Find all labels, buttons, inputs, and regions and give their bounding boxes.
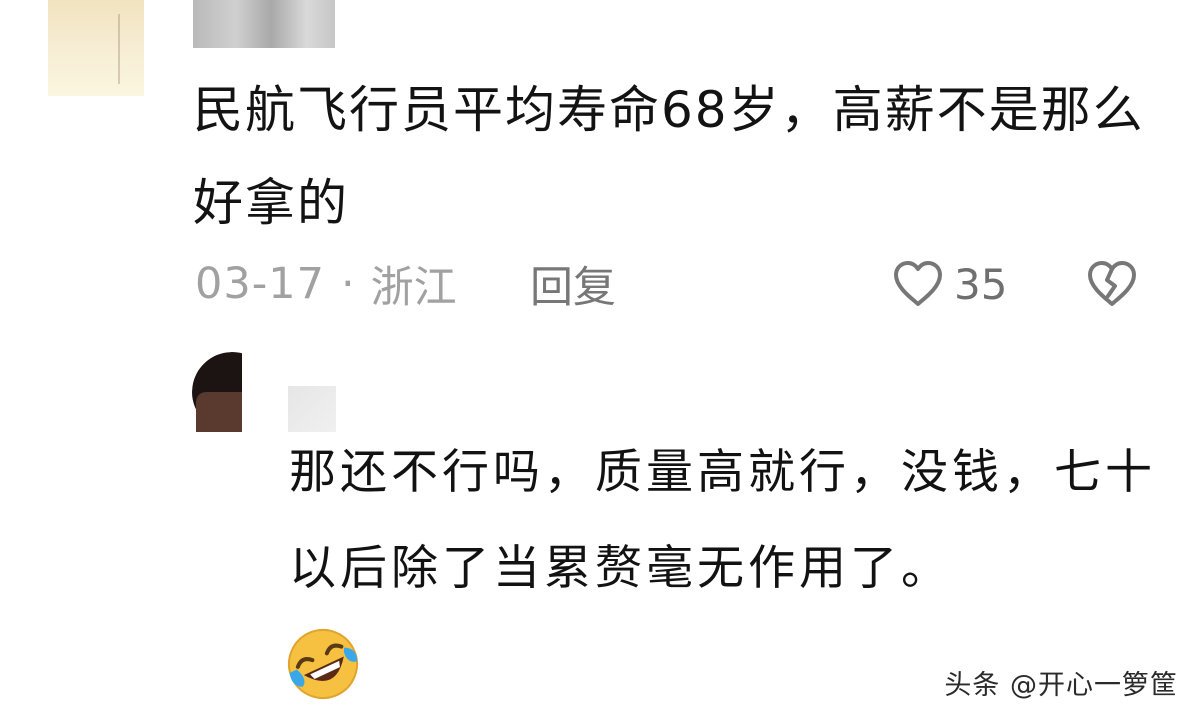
broken-heart-icon	[1088, 261, 1136, 306]
reply-text: 那还不行吗，质量高就行，没钱，七十以后除了当累赘毫无作用了。	[289, 445, 1156, 596]
comment-meta: 03-17 · 浙江	[195, 256, 457, 313]
commenter-avatar[interactable]	[48, 0, 144, 96]
commenter-name-blurred[interactable]	[193, 0, 335, 48]
rolling-laughing-emoji-icon	[288, 629, 358, 699]
comment-text: 民航飞行员平均寿命68岁，高薪不是那么好拿的	[193, 81, 1145, 232]
comment-date: 03-17	[195, 259, 325, 309]
avatar-scribble	[118, 14, 128, 84]
dislike-button[interactable]	[1086, 256, 1138, 312]
replier-avatar[interactable]	[192, 352, 242, 432]
like-count: 35	[954, 259, 1008, 309]
meta-separator: ·	[340, 259, 355, 309]
avatar-face	[196, 392, 242, 432]
comment-location: 浙江	[370, 263, 457, 313]
like-button[interactable]: 35	[892, 256, 1007, 312]
heart-outline-icon	[894, 261, 942, 306]
reply-button[interactable]: 回复	[530, 256, 616, 313]
source-watermark: 头条 @开心一箩筐	[944, 670, 1178, 701]
